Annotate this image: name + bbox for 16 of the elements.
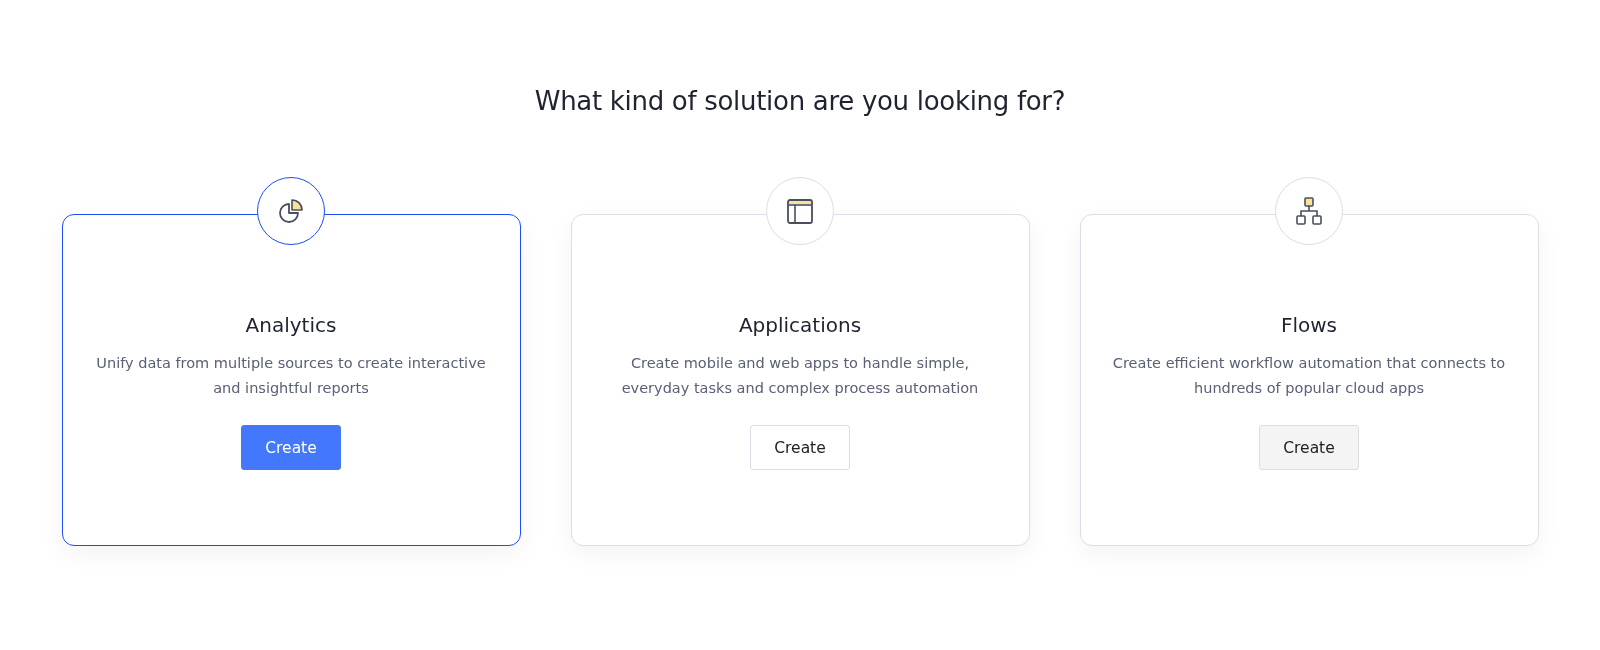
- solution-card[interactable]: Flows Create efficient workflow automation that connects to hundreds of popular cloud apps Create: [1079, 214, 1539, 546]
- solution-card[interactable]: Applications Create mobile and web apps to handle simple, everyday tasks and complex process automation Create: [570, 214, 1030, 546]
- create-button[interactable]: Create: [1259, 425, 1359, 470]
- solution-card[interactable]: Analytics Unify data from multiple sources to create interactive and insightful reports Create: [61, 214, 521, 546]
- layout-icon: [785, 196, 815, 226]
- create-button[interactable]: Create: [241, 425, 341, 470]
- hierarchy-icon: [1294, 196, 1324, 226]
- pie-chart-icon: [276, 196, 306, 226]
- card-description: Create efficient workflow automation that connects to hundreds of popular cloud apps: [1111, 354, 1507, 398]
- page-heading: What kind of solution are you looking for?: [534, 85, 1066, 116]
- card-description: Create mobile and web apps to handle simple, everyday tasks and complex process automation: [620, 354, 980, 398]
- card-title: Flows: [1280, 313, 1338, 337]
- card-description: Unify data from multiple sources to create interactive and insightful reports: [95, 354, 487, 398]
- card-title: Analytics: [245, 313, 337, 337]
- create-button[interactable]: Create: [750, 425, 850, 470]
- card-title: Applications: [738, 313, 862, 337]
